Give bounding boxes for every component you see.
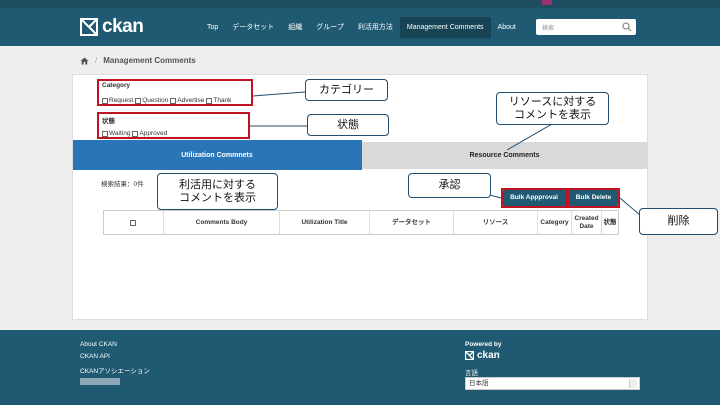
language-select-value: 日本語 [469, 380, 489, 387]
nav-top[interactable]: Top [200, 17, 225, 38]
search-result-count: 検索結果：0件 [101, 181, 144, 188]
footer-link-association[interactable]: CKANアソシエーション [80, 365, 150, 375]
column-created-date: Created Date [572, 211, 602, 234]
column-resource: リソース [454, 211, 538, 234]
logo-text: ckan [102, 16, 144, 37]
chevron-down-icon[interactable] [629, 379, 637, 388]
nav-datasets[interactable]: データセット [225, 17, 281, 38]
search-placeholder: 検索 [542, 26, 555, 32]
nav-groups[interactable]: グループ [309, 17, 351, 38]
ckan-logo[interactable]: ckan [80, 16, 144, 38]
category-highlight [97, 79, 253, 106]
status-callout: 状態 [307, 114, 389, 136]
footer-link-api[interactable]: CKAN API [80, 353, 110, 360]
breadcrumb-separator: / [95, 56, 98, 65]
language-label: 言語 [465, 370, 478, 377]
ckan-logo-icon [80, 18, 98, 36]
resource-callout: リソースに対する コメントを表示 [496, 92, 609, 125]
breadcrumb-current[interactable]: Management Comments [103, 56, 195, 65]
footer-link-about[interactable]: About CKAN [80, 341, 117, 348]
main-nav: Top データセット 組織 グループ 利活用方法 Management Comm… [200, 17, 523, 38]
comments-table-header: Comments Body Utilization Title データセット リ… [103, 210, 619, 235]
home-icon[interactable] [80, 57, 89, 65]
bulk-approval-highlight [501, 188, 567, 208]
breadcrumb: / Management Comments [80, 56, 196, 65]
language-flag-icon[interactable] [542, 0, 552, 5]
column-comments-body: Comments Body [164, 211, 280, 234]
column-dataset: データセット [370, 211, 454, 234]
tab-resource-comments[interactable]: Resource Comments [361, 142, 648, 169]
approve-callout: 承認 [408, 173, 491, 198]
nav-utilization[interactable]: 利活用方法 [351, 17, 400, 38]
nav-organizations[interactable]: 組織 [281, 17, 309, 38]
nav-about[interactable]: About [491, 17, 523, 38]
category-callout: カテゴリー [305, 79, 388, 101]
column-category: Category [538, 211, 572, 234]
search-input[interactable]: 検索 [536, 19, 636, 35]
bulk-delete-highlight [567, 188, 620, 208]
footer-ckan-logo-icon [465, 351, 474, 360]
status-highlight [97, 112, 250, 139]
powered-by-label: Powered by [465, 341, 502, 348]
select-all-column[interactable] [104, 211, 164, 234]
top-strip [0, 0, 720, 8]
utilization-callout: 利活用に対する コメントを表示 [157, 173, 278, 210]
column-utilization-title: Utilization Title [280, 211, 370, 234]
search-icon[interactable] [622, 22, 632, 32]
footer-logo-text: ckan [477, 350, 500, 361]
footer-ckan-logo[interactable]: ckan [465, 350, 500, 361]
utilization-tab-highlight [73, 140, 362, 170]
select-all-checkbox[interactable] [130, 219, 136, 226]
column-status: 状態 [603, 218, 617, 226]
site-header: ckan Top データセット 組織 グループ 利活用方法 Management… [0, 8, 720, 46]
delete-callout: 削除 [639, 208, 718, 235]
nav-management-comments[interactable]: Management Comments [399, 17, 491, 38]
license-badge-icon[interactable] [80, 378, 120, 385]
language-select[interactable]: 日本語 [465, 377, 640, 390]
